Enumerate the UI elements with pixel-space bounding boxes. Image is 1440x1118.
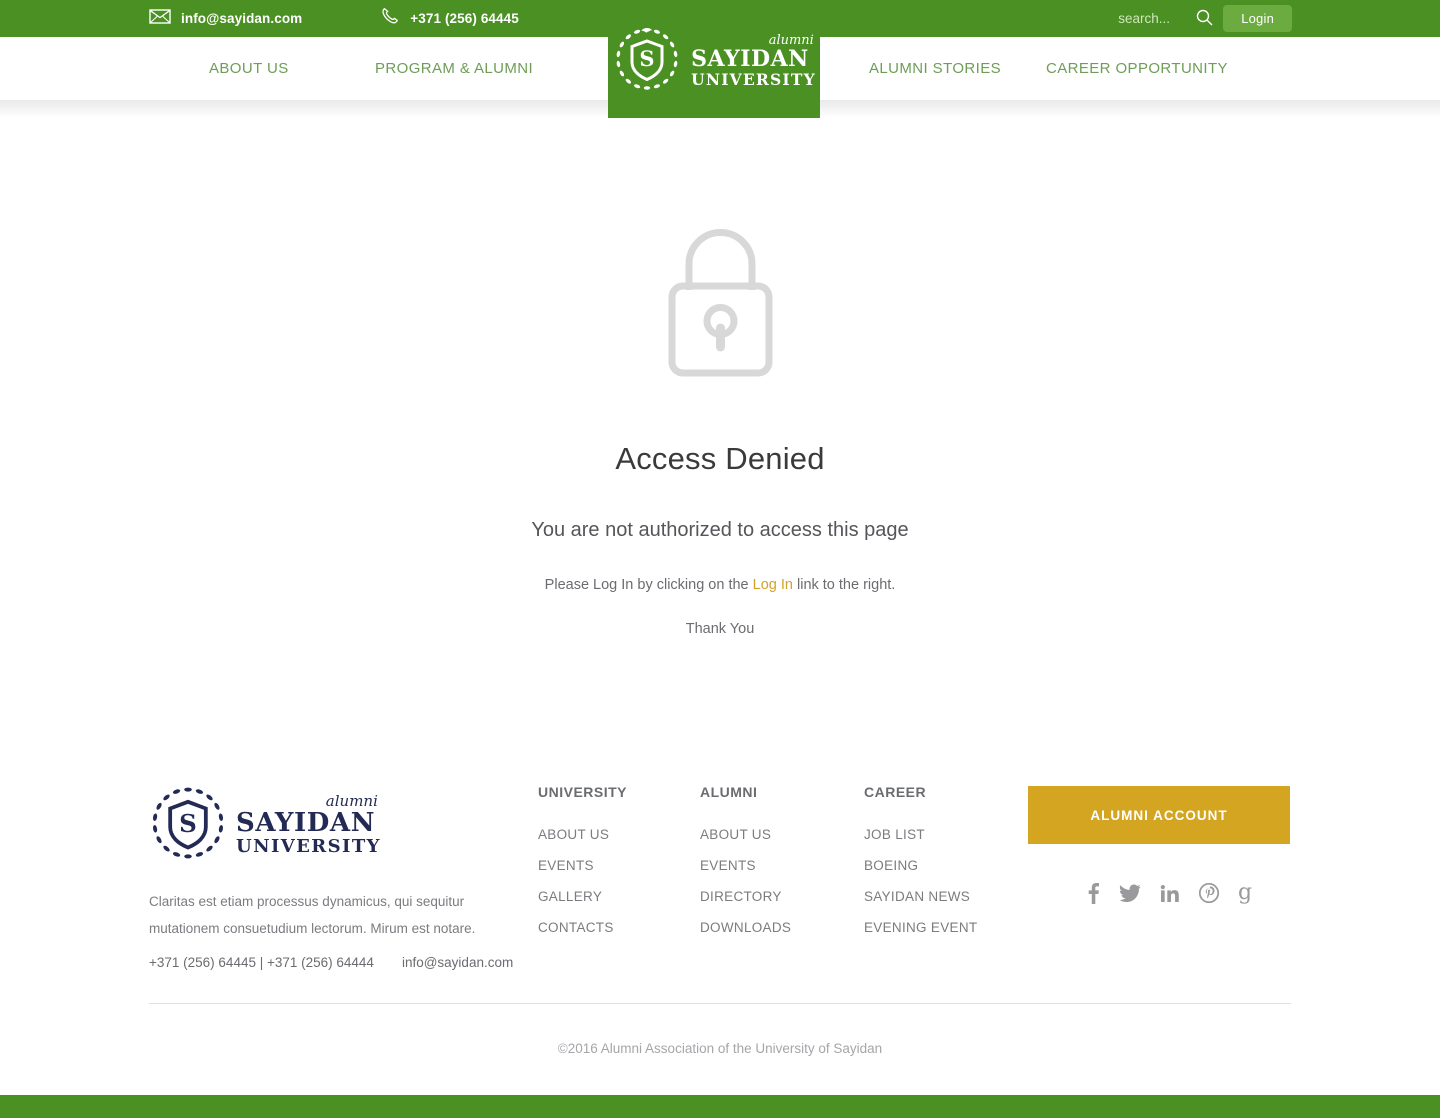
google-plus-icon[interactable]: g (1238, 882, 1252, 904)
bottom-green-bar (0, 1095, 1440, 1118)
footer-logo-sayidan-text: SAYIDAN (236, 807, 376, 838)
padlock-icon (658, 218, 783, 383)
footer-divider (149, 1003, 1291, 1004)
facebook-icon[interactable] (1087, 882, 1100, 904)
svg-text:S: S (179, 809, 197, 838)
nav-item-program-alumni[interactable]: PROGRAM & ALUMNI (375, 60, 533, 77)
logo-sayidan-text: SAYIDAN (691, 45, 809, 72)
thank-you-text: Thank You (685, 621, 755, 637)
footer-column-title: ALUMNI (700, 784, 758, 800)
linkedin-icon[interactable] (1160, 884, 1180, 903)
footer-column-title: UNIVERSITY (538, 784, 628, 800)
main-content: Access Denied You are not authorized to … (0, 118, 1440, 637)
shield-wreath-icon: S (149, 784, 227, 867)
footer-link-university-gallery[interactable]: GALLERY (538, 889, 627, 904)
log-in-link[interactable]: Log In (753, 577, 793, 593)
topbar-right-group: Login (1118, 0, 1440, 37)
copyright-text: ©2016 Alumni Association of the Universi… (557, 1041, 883, 1056)
nav-item-about-us[interactable]: ABOUT US (209, 60, 289, 77)
phone-icon (380, 6, 400, 31)
shield-wreath-icon: S (612, 24, 682, 99)
login-instruction: Please Log In by clicking on the Log In … (0, 577, 1440, 593)
topbar-phone-text: +371 (256) 64445 (410, 11, 519, 26)
footer-link-career-sayidan-news[interactable]: SAYIDAN NEWS (864, 889, 977, 904)
search-button[interactable] (1192, 9, 1223, 29)
footer-link-career-boeing[interactable]: BOEING (864, 858, 977, 873)
footer-logo-wordmark: alumni SAYIDAN UNIVERSITY (236, 791, 381, 858)
search-icon (1196, 9, 1213, 29)
topbar-phone-group[interactable]: +371 (256) 64445 (380, 6, 519, 31)
footer-link-alumni-about-us[interactable]: ABOUT US (700, 827, 791, 842)
login-instruction-suffix: link to the right. (792, 577, 896, 593)
footer-inner: S alumni SAYIDAN UNIVERSITY Claritas est… (149, 760, 1291, 1005)
footer-logo-university-text: UNIVERSITY (236, 836, 381, 858)
topbar-email-text: info@sayidan.com (181, 11, 303, 26)
topbar-email-group[interactable]: info@sayidan.com (149, 8, 303, 29)
footer-link-career-job-list[interactable]: JOB LIST (864, 827, 977, 842)
login-button[interactable]: Login (1223, 5, 1292, 32)
page-subtitle: You are not authorized to access this pa… (531, 519, 909, 541)
footer-logo[interactable]: S alumni SAYIDAN UNIVERSITY (149, 784, 381, 867)
page-title: Access Denied (615, 441, 825, 476)
footer: S alumni SAYIDAN UNIVERSITY Claritas est… (0, 760, 1440, 1005)
footer-link-alumni-events[interactable]: EVENTS (700, 858, 791, 873)
header-logo-wordmark: alumni SAYIDAN UNIVERSITY (691, 34, 816, 88)
alumni-account-button[interactable]: ALUMNI ACCOUNT (1028, 786, 1290, 844)
footer-link-university-events[interactable]: EVENTS (538, 858, 627, 873)
google-plus-glyph: g (1238, 880, 1253, 905)
footer-link-university-about-us[interactable]: ABOUT US (538, 827, 627, 842)
nav-item-alumni-stories[interactable]: ALUMNI STORIES (869, 60, 1001, 77)
footer-column-university: UNIVERSITY ABOUT US EVENTS GALLERY CONTA… (538, 784, 627, 951)
login-instruction-prefix: Please Log In by clicking on the (544, 577, 753, 593)
social-links: g (1087, 882, 1252, 904)
mail-icon (149, 8, 171, 29)
footer-link-university-contacts[interactable]: CONTACTS (538, 920, 627, 935)
svg-text:S: S (640, 46, 655, 71)
footer-link-alumni-directory[interactable]: DIRECTORY (700, 889, 791, 904)
logo-university-text: UNIVERSITY (691, 70, 816, 90)
footer-description: Claritas est etiam processus dynamicus, … (149, 894, 476, 936)
footer-phones[interactable]: +371 (256) 64445 | +371 (256) 64444 (149, 955, 374, 970)
footer-contact-line: +371 (256) 64445 | +371 (256) 64444 info… (149, 955, 513, 970)
footer-link-alumni-downloads[interactable]: DOWNLOADS (700, 920, 791, 935)
footer-logo-alumni-text: alumni (325, 791, 378, 810)
search-input[interactable] (1118, 11, 1193, 26)
header-logo[interactable]: S alumni SAYIDAN UNIVERSITY (608, 0, 820, 118)
twitter-icon[interactable] (1119, 884, 1141, 903)
nav-item-career-opportunity[interactable]: CAREER OPPORTUNITY (1046, 60, 1228, 77)
pinterest-icon[interactable] (1199, 883, 1219, 903)
footer-column-alumni: ALUMNI ABOUT US EVENTS DIRECTORY DOWNLOA… (700, 784, 791, 951)
footer-email[interactable]: info@sayidan.com (402, 955, 513, 970)
footer-link-career-evening-event[interactable]: EVENING EVENT (864, 920, 977, 935)
header-logo-inner: S alumni SAYIDAN UNIVERSITY (612, 24, 816, 99)
lock-icon-wrapper (0, 218, 1440, 383)
footer-column-career: CAREER JOB LIST BOEING SAYIDAN NEWS EVEN… (864, 784, 977, 951)
footer-column-title: CAREER (864, 784, 927, 800)
